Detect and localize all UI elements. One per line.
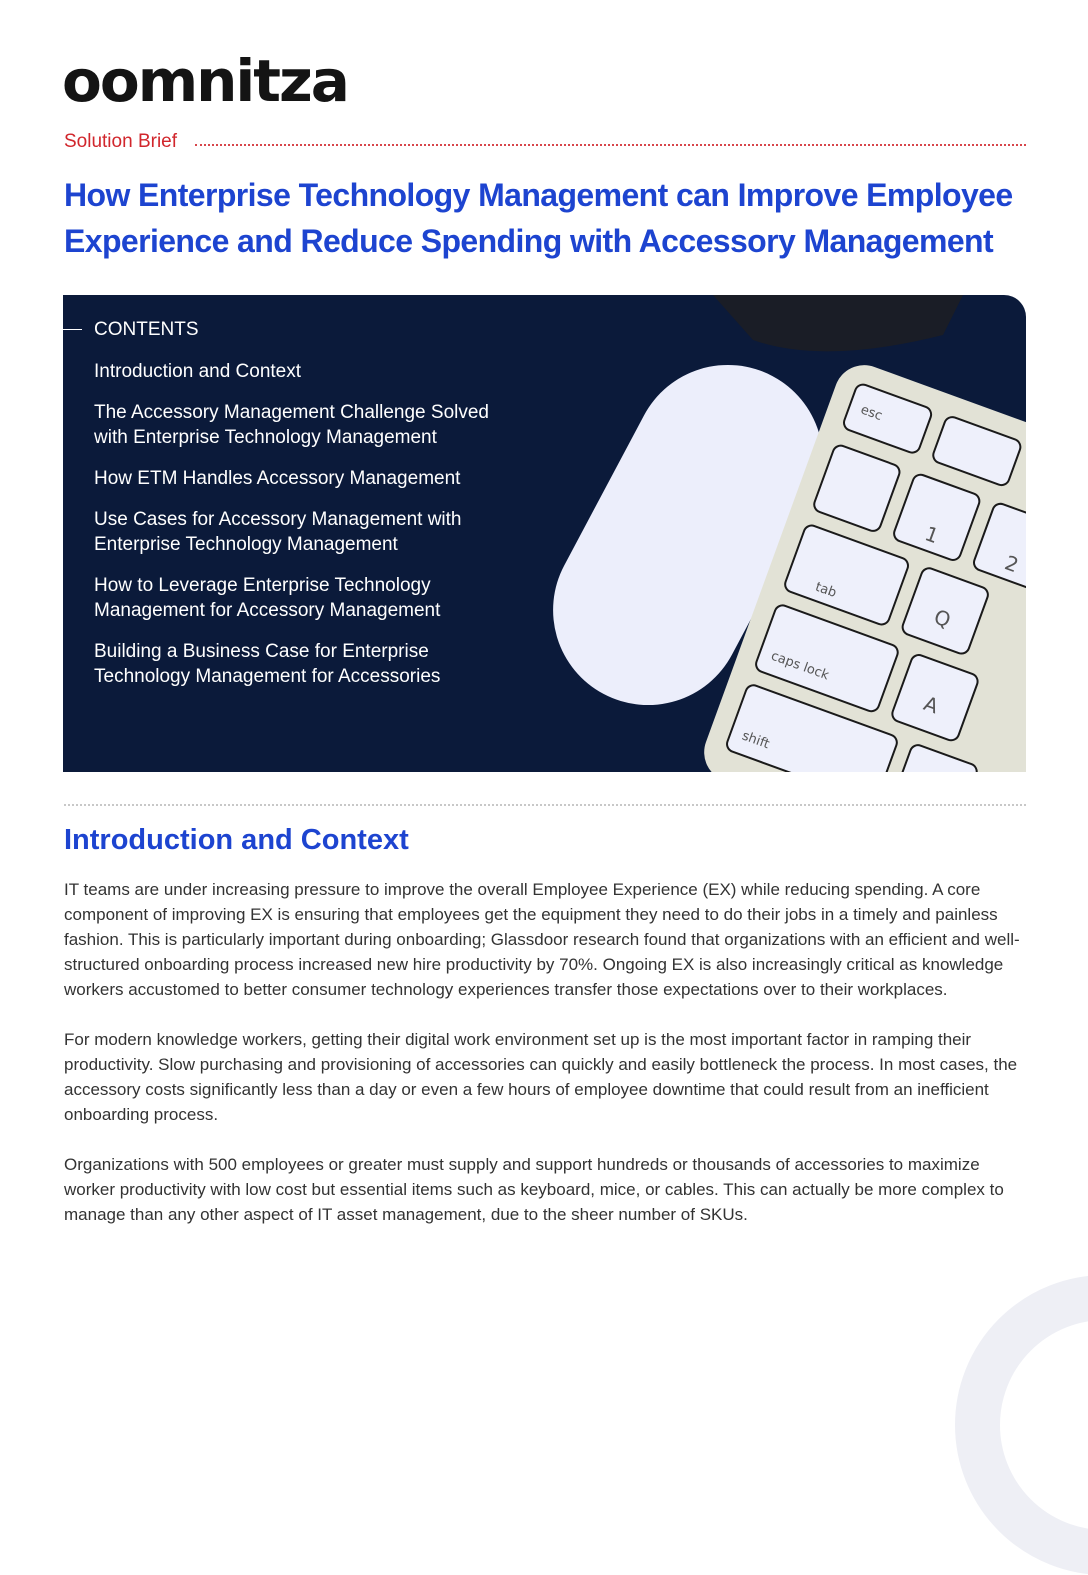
solution-brief-label: Solution Brief xyxy=(64,131,178,152)
document-title: How Enterprise Technology Management can… xyxy=(64,177,1013,259)
section-divider xyxy=(64,804,1026,806)
paragraph: Organizations with 500 employees or grea… xyxy=(64,1155,1004,1224)
contents-item-challenge[interactable]: The Accessory Management Challenge Solve… xyxy=(94,400,514,450)
section-heading: Introduction and Context xyxy=(64,824,409,856)
omnitza-logo: oomnitza xyxy=(62,47,350,115)
contents-item-etm-handles[interactable]: How ETM Handles Accessory Management xyxy=(94,466,514,491)
solution-brief-row: Solution Brief xyxy=(64,130,1026,154)
contents-panel: esc tab caps lock shift 1 2 Q A Z CONTEN… xyxy=(63,295,1026,772)
section-body: IT teams are under increasing pressure t… xyxy=(64,877,1034,1252)
dotted-divider xyxy=(195,144,1026,146)
contents-item-leverage[interactable]: How to Leverage Enterprise Technology Ma… xyxy=(94,573,514,623)
paragraph: For modern knowledge workers, getting th… xyxy=(64,1030,1018,1124)
paragraph: IT teams are under increasing pressure t… xyxy=(64,880,1020,999)
contents-item-use-cases[interactable]: Use Cases for Accessory Management with … xyxy=(94,507,514,557)
mouse-pad-edge xyxy=(713,295,963,352)
contents-heading: CONTENTS xyxy=(94,319,199,340)
contents-dash xyxy=(63,329,82,330)
contents-item-business-case[interactable]: Building a Business Case for Enterprise … xyxy=(94,639,514,689)
contents-item-introduction[interactable]: Introduction and Context xyxy=(94,359,514,384)
decorative-ring xyxy=(955,1275,1088,1575)
contents-list: Introduction and Context The Accessory M… xyxy=(94,359,514,705)
